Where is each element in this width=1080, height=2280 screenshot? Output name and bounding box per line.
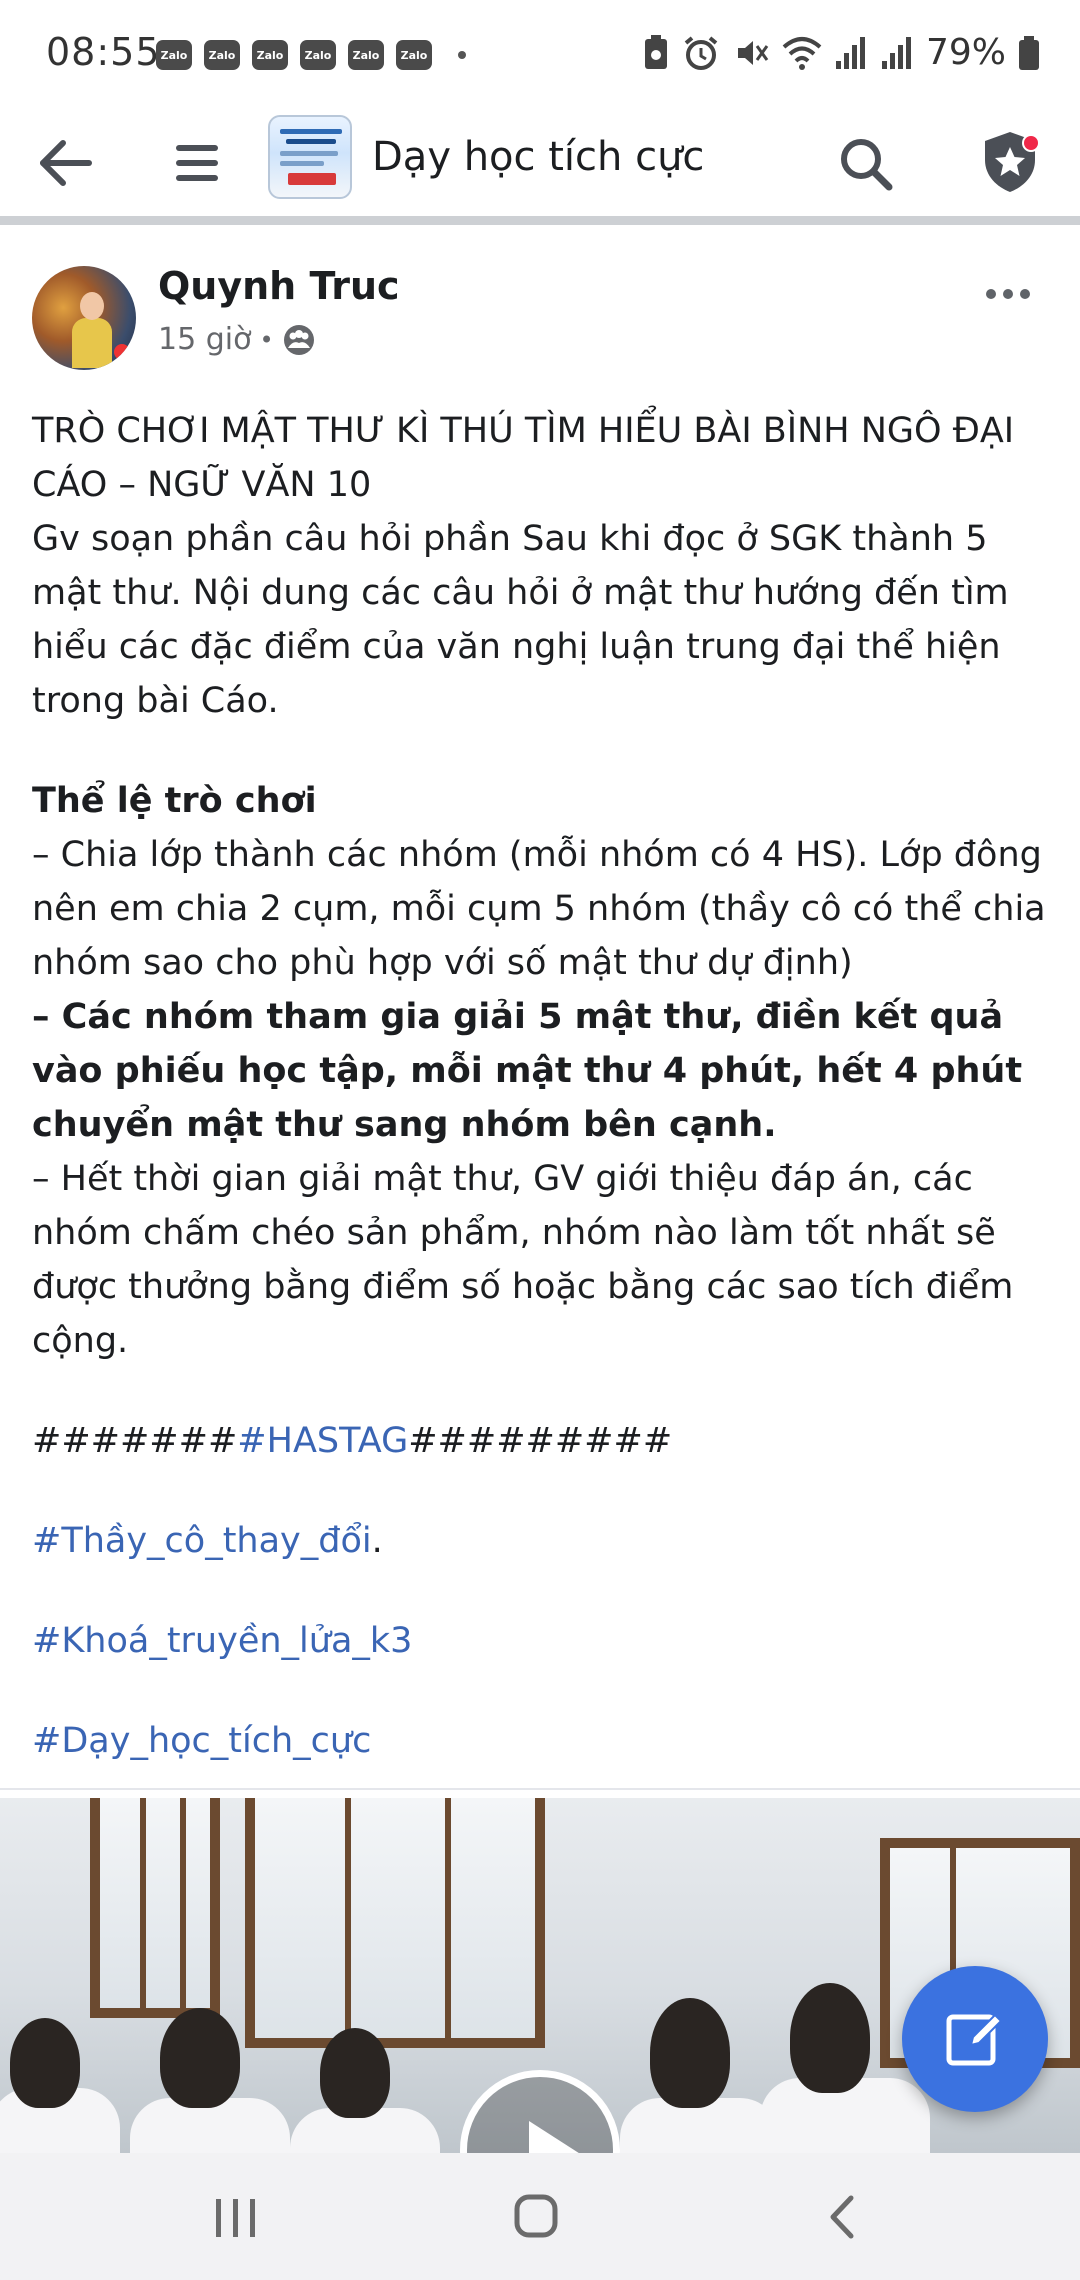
zalo-notification-icon: Zalo — [204, 40, 240, 70]
app-bar: Dạy học tích cực — [0, 110, 1080, 225]
wifi-icon — [782, 36, 822, 70]
battery-saver-icon — [644, 34, 667, 69]
more-notifications-dot — [458, 51, 466, 59]
notification-icons: Zalo Zalo Zalo Zalo Zalo Zalo — [156, 40, 466, 70]
zalo-notification-icon: Zalo — [300, 40, 336, 70]
classroom-window — [245, 1798, 545, 2048]
group-audience-icon — [283, 324, 314, 355]
post-more-button[interactable] — [978, 274, 1038, 314]
post-header: Quynh Truc 15 giờ • — [0, 234, 1080, 370]
compose-fab-button[interactable] — [902, 1966, 1048, 2112]
back-icon — [830, 2195, 854, 2239]
post-divider — [0, 1788, 1080, 1790]
status-icons: 79% — [642, 32, 1040, 73]
search-icon — [841, 139, 893, 191]
search-button[interactable] — [830, 128, 900, 198]
signal-icon-2 — [881, 36, 911, 69]
alarm-icon — [684, 35, 718, 70]
rule-3: – Hết thời gian giải mật thư, GV giới th… — [32, 1159, 1014, 1361]
arrow-left-icon — [40, 140, 92, 186]
rules-heading: Thể lệ trò chơi — [32, 781, 317, 821]
menu-icon — [176, 145, 218, 181]
status-bar: 08:55 Zalo Zalo Zalo Zalo Zalo Zalo 79% — [0, 0, 1080, 110]
home-icon — [514, 2194, 558, 2238]
zalo-notification-icon: Zalo — [348, 40, 384, 70]
recents-icon — [215, 2199, 221, 2237]
group-cover-thumbnail[interactable] — [268, 115, 352, 199]
play-icon — [529, 2121, 585, 2153]
status-time: 08:55 — [46, 30, 161, 74]
hashtag-link[interactable]: #Dạy_học_tích_cực — [32, 1721, 371, 1761]
tag-line-2: #Khoá_truyền_lửa_k3 — [32, 1614, 1052, 1668]
battery-percent: 79% — [925, 32, 1006, 73]
menu-button[interactable] — [162, 128, 232, 198]
hashtag-link[interactable]: #Khoá_truyền_lửa_k3 — [32, 1621, 412, 1661]
admin-tools-button[interactable] — [972, 124, 1048, 200]
hashtag-link[interactable]: #Thầy_cô_thay_đổi — [32, 1521, 372, 1561]
tag-suffix: . — [371, 1521, 383, 1561]
post-title-line: TRÒ CHƠI MẬT THƯ KÌ THÚ TÌM HIỂU BÀI BÌN… — [32, 411, 1015, 505]
post-intro: Gv soạn phần câu hỏi phần Sau khi đọc ở … — [32, 519, 1009, 721]
recents-button[interactable] — [200, 2193, 270, 2243]
group-title[interactable]: Dạy học tích cực — [372, 134, 704, 180]
post-meta: 15 giờ • — [158, 322, 316, 357]
tag-line-3: #Dạy_học_tích_cực — [32, 1714, 1052, 1768]
avatar[interactable] — [32, 266, 136, 370]
rule-2: – Các nhóm tham gia giải 5 mật thư, điền… — [32, 997, 1023, 1145]
meta-separator: • — [259, 325, 274, 354]
tag-line-1: #Thầy_cô_thay_đổi. — [32, 1514, 1052, 1568]
compose-icon — [946, 2013, 1003, 2066]
hashtag-suffix: ######### — [408, 1421, 673, 1461]
system-back-button[interactable] — [812, 2189, 872, 2245]
hashtag-link-main[interactable]: #HASTAG — [237, 1421, 408, 1461]
zalo-notification-icon: Zalo — [156, 40, 192, 70]
author-name[interactable]: Quynh Truc — [158, 264, 400, 308]
home-button[interactable] — [510, 2191, 562, 2241]
hashtag-line: ########HASTAG######### — [32, 1414, 1052, 1468]
post-body: TRÒ CHƠI MẬT THƯ KÌ THÚ TÌM HIỂU BÀI BÌN… — [32, 404, 1052, 1768]
signal-icon — [835, 36, 865, 69]
post-time[interactable]: 15 giờ — [158, 322, 251, 357]
classroom-window — [90, 1798, 220, 2018]
mute-icon — [737, 40, 769, 65]
post-video[interactable] — [0, 1798, 1080, 2153]
zalo-notification-icon: Zalo — [252, 40, 288, 70]
back-button[interactable] — [30, 128, 100, 198]
zalo-notification-icon: Zalo — [396, 40, 432, 70]
rule-1: – Chia lớp thành các nhóm (mỗi nhóm có 4… — [32, 835, 1046, 983]
notification-dot — [1022, 134, 1040, 152]
battery-icon — [1019, 35, 1039, 70]
hashtag-prefix: ####### — [32, 1421, 238, 1461]
system-nav-bar — [0, 2153, 1080, 2280]
